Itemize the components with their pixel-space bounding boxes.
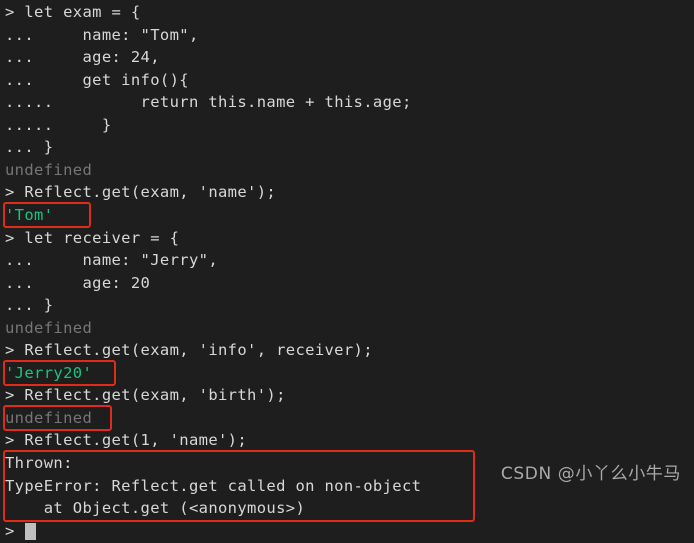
prompt-symbol: > (5, 386, 15, 405)
console-line-text: Thrown: (5, 454, 73, 472)
prompt-symbol: > (5, 341, 15, 360)
console-result-undefined: undefined (5, 316, 92, 340)
console-line-text: undefined (5, 160, 93, 179)
continuation-symbol: ... (5, 138, 35, 157)
console-line-text: 'Jerry20' (5, 363, 93, 382)
console-line-text: Reflect.get(exam, 'info', receiver); (14, 341, 373, 360)
console-line-text: Reflect.get(exam, 'name'); (14, 183, 277, 202)
console-line-text: age: 20 (34, 273, 151, 292)
continuation-symbol: ... (5, 251, 35, 270)
continuation-symbol: ... (5, 48, 35, 67)
console-error-message: TypeError: Reflect.get called on non-obj… (5, 474, 421, 498)
console-line: ... } (5, 293, 53, 317)
continuation-symbol: ... (5, 25, 35, 44)
continuation-symbol: ..... (5, 93, 54, 112)
console-line-text: undefined (5, 318, 93, 337)
console-result-undefined: undefined (5, 158, 92, 182)
csdn-watermark: CSDN @小丫么小牛马 (500, 464, 681, 484)
console-error-thrown-label: Thrown: (5, 451, 73, 475)
console-line-text: at Object.get (<anonymous>) (5, 499, 306, 518)
continuation-symbol: ... (5, 273, 35, 292)
console-result-undefined: undefined (5, 406, 92, 430)
console-line-text: return this.name + this.age; (53, 93, 412, 112)
console-line-text: 'Tom' (5, 205, 54, 224)
console-line: > Reflect.get(exam, 'name'); (5, 180, 276, 204)
console-line-text: let receiver = { (14, 228, 180, 247)
console-line-text: Reflect.get(exam, 'birth'); (14, 386, 286, 405)
console-line: > let receiver = { (5, 226, 179, 250)
console-line-text: } (34, 296, 54, 315)
console-line: ... } (5, 135, 53, 159)
console-line: ... get info(){ (5, 68, 189, 92)
console-line-text: } (53, 115, 112, 134)
console-line-text: name: "Tom", (34, 25, 199, 44)
console-result-jerry20: 'Jerry20' (5, 361, 92, 385)
console-line: ..... return this.name + this.age; (5, 90, 412, 114)
console-line: ... name: "Jerry", (5, 248, 218, 272)
console-line-text: name: "Jerry", (34, 251, 219, 270)
console-line: ..... } (5, 113, 112, 137)
console-line: > Reflect.get(exam, 'birth'); (5, 383, 286, 407)
console-result-tom: 'Tom' (5, 203, 53, 227)
text-cursor (25, 522, 36, 540)
console-line-text: age: 24, (34, 48, 160, 67)
console-line-text: let exam = { (14, 3, 141, 21)
console-line-text: get info(){ (34, 70, 189, 89)
continuation-symbol: ... (5, 70, 35, 89)
console-line-text: TypeError: Reflect.get called on non-obj… (5, 476, 422, 495)
console-line: ... name: "Tom", (5, 23, 199, 47)
prompt-symbol: > (5, 3, 15, 21)
continuation-symbol: ..... (5, 115, 54, 134)
console-line-text: undefined (5, 408, 93, 427)
console-line: ... age: 20 (5, 271, 150, 295)
node-repl-terminal[interactable]: > let exam = { ... name: "Tom", ... age:… (0, 0, 694, 540)
prompt-symbol: > (5, 521, 15, 540)
prompt-symbol: > (5, 228, 15, 247)
console-line: > Reflect.get(1, 'name'); (5, 428, 247, 452)
console-line: > let exam = { (5, 0, 141, 24)
input-prompt[interactable]: > (5, 519, 14, 543)
console-line-text: Reflect.get(1, 'name'); (14, 431, 248, 450)
prompt-symbol: > (5, 431, 15, 450)
continuation-symbol: ... (5, 296, 35, 315)
console-line: ... age: 24, (5, 45, 160, 69)
prompt-symbol: > (5, 183, 15, 202)
console-line-text: } (34, 138, 54, 157)
console-line: > Reflect.get(exam, 'info', receiver); (5, 338, 373, 362)
